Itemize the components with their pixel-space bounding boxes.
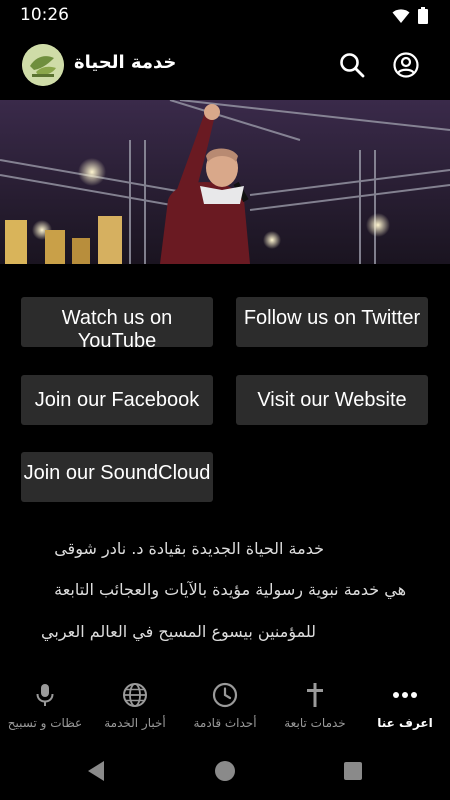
twitter-button[interactable]: Follow us on Twitter xyxy=(236,297,428,347)
facebook-button[interactable]: Join our Facebook xyxy=(21,375,213,425)
clock-icon xyxy=(212,682,238,708)
status-icons xyxy=(392,7,428,24)
bottom-navigation: عظات و تسبيح أخبار الخدمة أحداث قادمة خد… xyxy=(0,672,450,744)
system-navigation-bar xyxy=(0,744,450,800)
status-time: 10:26 xyxy=(20,5,69,25)
nav-label-news: أخبار الخدمة xyxy=(104,716,166,730)
search-button[interactable] xyxy=(338,51,366,79)
about-line-1: خدمة الحياة الجديدة بقيادة د. نادر شوقى xyxy=(54,539,324,558)
status-bar: 10:26 xyxy=(0,0,450,30)
app-title: خدمة الحياة xyxy=(74,52,177,73)
back-icon[interactable] xyxy=(86,760,106,782)
website-button[interactable]: Visit our Website xyxy=(236,375,428,425)
app-bar: خدمة الحياة xyxy=(0,30,450,100)
cross-icon xyxy=(302,682,328,708)
more-horiz-icon xyxy=(392,682,418,708)
nav-item-services[interactable]: خدمات تابعة xyxy=(270,672,360,744)
account-button[interactable] xyxy=(392,51,420,79)
search-icon xyxy=(340,53,365,78)
nav-item-sermons[interactable]: عظات و تسبيح xyxy=(0,672,90,744)
nav-label-about: اعرف عنا xyxy=(377,716,433,730)
app-logo xyxy=(22,44,64,86)
nav-label-events: أحداث قادمة xyxy=(193,716,257,730)
nav-item-about[interactable]: اعرف عنا xyxy=(360,672,450,744)
nav-label-sermons: عظات و تسبيح xyxy=(7,716,83,730)
youtube-button[interactable]: Watch us on YouTube xyxy=(21,297,213,347)
microphone-icon xyxy=(32,682,58,708)
account-circle-icon xyxy=(393,52,419,78)
soundcloud-button[interactable]: Join our SoundCloud xyxy=(21,452,213,502)
nav-item-events[interactable]: أحداث قادمة xyxy=(180,672,270,744)
battery-icon xyxy=(418,7,428,24)
recents-icon[interactable] xyxy=(343,761,363,781)
nav-label-services: خدمات تابعة xyxy=(284,716,346,730)
about-line-2: هي خدمة نبوية رسولية مؤيدة بالآيات والعج… xyxy=(54,580,406,599)
home-icon[interactable] xyxy=(214,760,236,782)
about-section: خدمة الحياة الجديدة بقيادة د. نادر شوقى … xyxy=(0,520,450,672)
hero-image xyxy=(0,100,450,264)
nav-item-news[interactable]: أخبار الخدمة xyxy=(90,672,180,744)
wifi-icon xyxy=(392,8,410,23)
globe-icon xyxy=(122,682,148,708)
about-line-3: للمؤمنين بيسوع المسيح في العالم العربي xyxy=(41,622,316,641)
